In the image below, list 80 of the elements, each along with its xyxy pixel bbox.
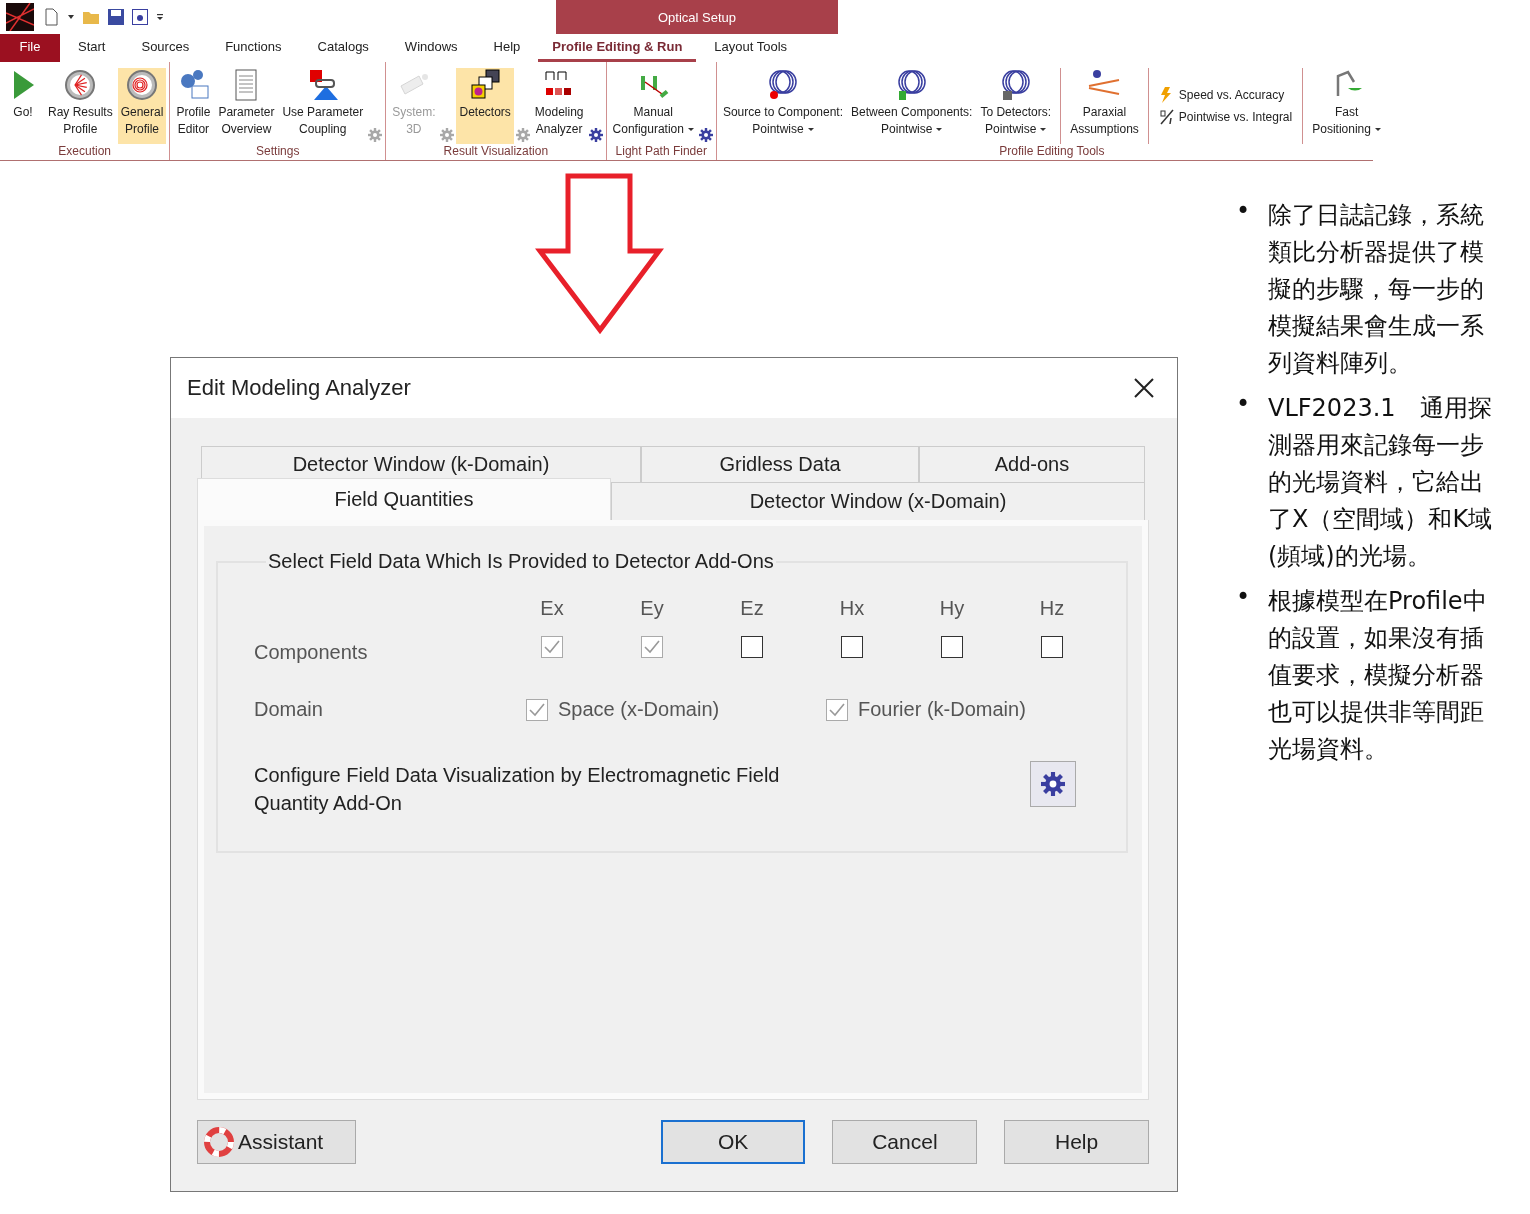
- dialog-tab[interactable]: Detector Window (x-Domain): [611, 482, 1145, 520]
- menu-tab[interactable]: Functions: [207, 34, 300, 62]
- bullet-text: VLF2023.1 通用探測器用來記錄每一步的光場資料，它給出了X（空間域）和K域(頻域)的光場。: [1267, 393, 1494, 572]
- ribbon-button[interactable]: Manual Configuration: [609, 68, 697, 144]
- ribbon-button[interactable]: Use Parameter Coupling: [279, 68, 367, 144]
- dialog-button[interactable]: Help: [1004, 1120, 1149, 1164]
- app-logo-icon: [6, 3, 34, 31]
- dialog-tab[interactable]: Add-ons: [919, 446, 1145, 482]
- customize-icon[interactable]: [156, 13, 164, 21]
- ribbon-button[interactable]: Paraxial Assumptions: [1067, 68, 1142, 144]
- bullet-marker: •: [1236, 582, 1248, 613]
- ribbon-button[interactable]: Pointwise vs. Integral: [1158, 109, 1293, 125]
- ratio-icon: [1158, 109, 1175, 125]
- menu-tab[interactable]: File: [0, 34, 60, 62]
- dialog-button[interactable]: Assistant: [197, 1120, 356, 1164]
- bullet-marker: •: [1236, 389, 1248, 420]
- detector-stack-icon: [468, 68, 503, 102]
- ribbon-button[interactable]: Profile Editor: [173, 68, 214, 144]
- gear-icon: [1041, 772, 1065, 796]
- checkbox-label: Fourier (k-Domain): [858, 698, 1026, 721]
- save-icon[interactable]: [108, 9, 124, 25]
- context-tab-title: Optical Setup: [556, 0, 838, 34]
- ribbon-button[interactable]: Modeling Analyzer: [531, 68, 587, 144]
- column-header: Hy: [939, 597, 965, 620]
- dialog-tab[interactable]: Detector Window (k-Domain): [201, 446, 641, 482]
- menu-tab[interactable]: Sources: [123, 34, 208, 62]
- caret-icon[interactable]: [68, 15, 74, 19]
- group-label: Settings: [256, 144, 300, 158]
- menu-tab[interactable]: Layout Tools: [696, 34, 806, 62]
- menu-tab[interactable]: Windows: [386, 34, 476, 62]
- ribbon-button[interactable]: Detectors: [456, 68, 514, 144]
- checkbox[interactable]: [741, 636, 763, 658]
- dialog-title: Edit Modeling Analyzer: [187, 375, 411, 401]
- ribbon-button[interactable]: Ray Results Profile: [45, 68, 116, 144]
- checkbox[interactable]: [841, 636, 863, 658]
- ribbon-button[interactable]: Source to Component: Pointwise: [719, 68, 846, 144]
- menu-tab[interactable]: Profile Editing & Run: [538, 34, 697, 62]
- checkbox[interactable]: [1041, 636, 1063, 658]
- menu-tab[interactable]: Catalogs: [299, 34, 387, 62]
- bullet-marker: •: [1236, 196, 1248, 227]
- column-header: Hx: [839, 597, 865, 620]
- new-file-icon[interactable]: [42, 8, 60, 26]
- ray-gear-icon: [63, 68, 98, 102]
- menu-tab[interactable]: Help: [475, 34, 539, 62]
- lifebuoy-icon: [204, 1127, 234, 1157]
- settings-icon[interactable]: [588, 128, 603, 142]
- group-label: Execution: [58, 144, 112, 158]
- ribbon-button[interactable]: General Profile: [117, 68, 167, 144]
- ribbon-button[interactable]: Between Components: Pointwise: [848, 68, 976, 144]
- bullet-text: 除了日誌記錄，系統類比分析器提供了模擬的步驟，每一步的模擬結果會生成一系列資料陣列。: [1267, 200, 1485, 379]
- column-header: Ex: [540, 597, 564, 620]
- group-label: Light Path Finder: [615, 144, 707, 158]
- menu-tab[interactable]: Start: [60, 34, 124, 62]
- wave-gear-icon: [125, 68, 160, 102]
- down-arrow-icon: [535, 173, 665, 335]
- bullet-text: 根據模型在Profile中的設置，如果沒有插值要求，模擬分析器也可以提供非等間距光場資料。: [1267, 586, 1488, 765]
- checkbox-label: Space (x-Domain): [558, 698, 720, 721]
- components-label: Components: [254, 640, 369, 664]
- settings-window-icon[interactable]: [132, 9, 148, 25]
- column-header: Ez: [740, 597, 764, 620]
- checkbox[interactable]: [941, 636, 963, 658]
- ribbon-button[interactable]: Parameter Overview: [215, 68, 278, 144]
- dialog-tab[interactable]: Gridless Data: [641, 446, 919, 482]
- domain-label: Domain: [254, 698, 324, 721]
- group-label: Profile Editing Tools: [999, 144, 1105, 158]
- settings-icon[interactable]: [698, 128, 713, 142]
- group-box-title: Select Field Data Which Is Provided to Detector Add-Ons: [267, 550, 775, 573]
- ribbon-button[interactable]: Fast Positioning: [1309, 68, 1384, 144]
- ribbon-button[interactable]: Go!: [3, 68, 43, 144]
- close-icon[interactable]: [1133, 377, 1155, 399]
- column-header: Ey: [640, 597, 664, 620]
- dialog-button[interactable]: OK: [660, 1120, 806, 1164]
- dialog-button[interactable]: Cancel: [832, 1120, 978, 1164]
- configure-text: Configure Field Data Visualization by Electromagnetic Field Quantity Add-On: [254, 763, 781, 816]
- group-label: Result Visualization: [443, 144, 549, 158]
- column-header: Hz: [1039, 597, 1065, 620]
- dialog-tab[interactable]: Field Quantities: [197, 478, 611, 520]
- ribbon-button[interactable]: To Detectors: Pointwise: [977, 68, 1055, 144]
- settings-button[interactable]: [1030, 761, 1076, 807]
- ribbon-button[interactable]: Speed vs. Accuracy: [1158, 87, 1293, 103]
